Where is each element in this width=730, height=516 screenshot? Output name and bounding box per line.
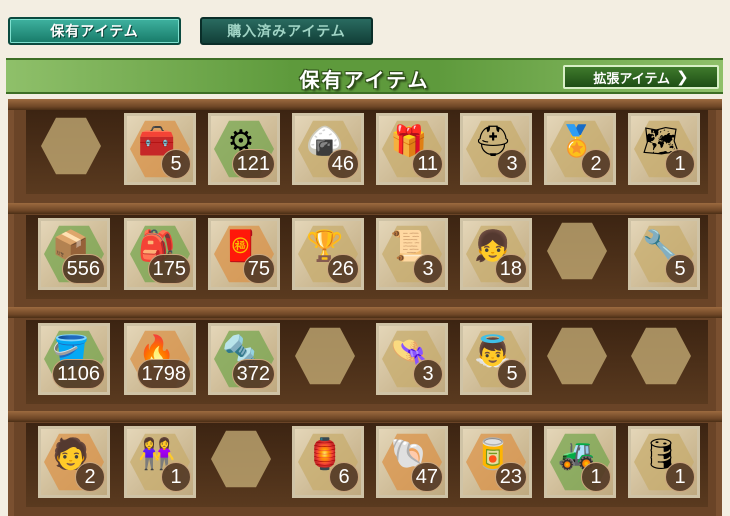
item-slot[interactable]: ⛑ 3 — [460, 113, 532, 185]
item-count-badge: 1106 — [51, 359, 105, 389]
item-slot[interactable]: 🏅 2 — [544, 113, 616, 185]
item-slot[interactable]: 📦 556 — [38, 218, 110, 290]
item-count-badge: 75 — [242, 254, 275, 284]
item-slot[interactable]: 👧 18 — [460, 218, 532, 290]
item-slot[interactable]: 🔩 372 — [208, 323, 280, 395]
item-slot[interactable]: 🏆 26 — [292, 218, 364, 290]
item-slot[interactable]: 👒 3 — [376, 323, 448, 395]
item-slot[interactable]: 🔥 1798 — [124, 323, 196, 395]
item-count-badge: 3 — [497, 149, 527, 179]
item-count-badge: 5 — [665, 254, 695, 284]
item-slot[interactable]: 👼 5 — [460, 323, 532, 395]
empty-slot — [208, 426, 280, 498]
tab-owned-items[interactable]: 保有アイテム — [8, 17, 181, 45]
item-slot[interactable]: 🏮 6 — [292, 426, 364, 498]
item-count-badge: 6 — [329, 462, 359, 492]
item-count-badge: 175 — [147, 254, 191, 284]
extension-button-label: 拡張アイテム — [593, 71, 671, 87]
tab-purchased-items[interactable]: 購入済みアイテム — [200, 17, 373, 45]
item-slot[interactable]: 🥫 23 — [460, 426, 532, 498]
empty-slot — [544, 218, 616, 290]
item-slot[interactable]: ⚙ 121 — [208, 113, 280, 185]
empty-slot — [292, 323, 364, 395]
item-slot[interactable]: 🐚 47 — [376, 426, 448, 498]
item-slot[interactable]: 🎒 175 — [124, 218, 196, 290]
item-count-badge: 47 — [410, 462, 443, 492]
item-count-badge: 18 — [494, 254, 527, 284]
shelf-plank — [8, 307, 722, 318]
item-slot[interactable]: 📜 3 — [376, 218, 448, 290]
item-count-badge: 1 — [665, 462, 695, 492]
item-count-badge: 372 — [231, 359, 275, 389]
item-count-badge: 1 — [161, 462, 191, 492]
item-slot[interactable]: 🧧 75 — [208, 218, 280, 290]
item-count-badge: 5 — [497, 359, 527, 389]
item-slot[interactable]: 🍙 46 — [292, 113, 364, 185]
shelf-plank — [8, 99, 722, 110]
item-count-badge: 3 — [413, 359, 443, 389]
item-count-badge: 556 — [61, 254, 105, 284]
item-slot[interactable]: 👭 1 — [124, 426, 196, 498]
item-count-badge: 23 — [494, 462, 527, 492]
item-slot[interactable]: 🧰 5 — [124, 113, 196, 185]
chevron-right-icon: ❯ — [676, 68, 689, 86]
empty-slot — [544, 323, 616, 395]
item-slot[interactable]: 🪣 1106 — [38, 323, 110, 395]
item-count-badge: 121 — [231, 149, 275, 179]
item-count-badge: 1 — [581, 462, 611, 492]
item-count-badge: 3 — [413, 254, 443, 284]
item-slot[interactable]: 🗺 1 — [628, 113, 700, 185]
item-count-badge: 2 — [581, 149, 611, 179]
item-slot[interactable]: 🚜 1 — [544, 426, 616, 498]
item-count-badge: 46 — [326, 149, 359, 179]
item-count-badge: 11 — [412, 149, 443, 179]
item-slot[interactable]: 🔧 5 — [628, 218, 700, 290]
item-count-badge: 26 — [326, 254, 359, 284]
empty-slot — [38, 113, 110, 185]
item-count-badge: 5 — [161, 149, 191, 179]
empty-slot — [628, 323, 700, 395]
item-count-badge: 2 — [75, 462, 105, 492]
item-slot[interactable]: 🧑 2 — [38, 426, 110, 498]
shelf-plank — [8, 203, 722, 214]
shelf-plank — [8, 411, 722, 422]
item-count-badge: 1798 — [136, 359, 191, 389]
item-slot[interactable]: 🛢 1 — [628, 426, 700, 498]
header-banner: 保有アイテム 拡張アイテム ❯ — [6, 58, 723, 94]
item-slot[interactable]: 🎁 11 — [376, 113, 448, 185]
item-count-badge: 1 — [665, 149, 695, 179]
extension-items-button[interactable]: 拡張アイテム ❯ — [563, 65, 719, 89]
